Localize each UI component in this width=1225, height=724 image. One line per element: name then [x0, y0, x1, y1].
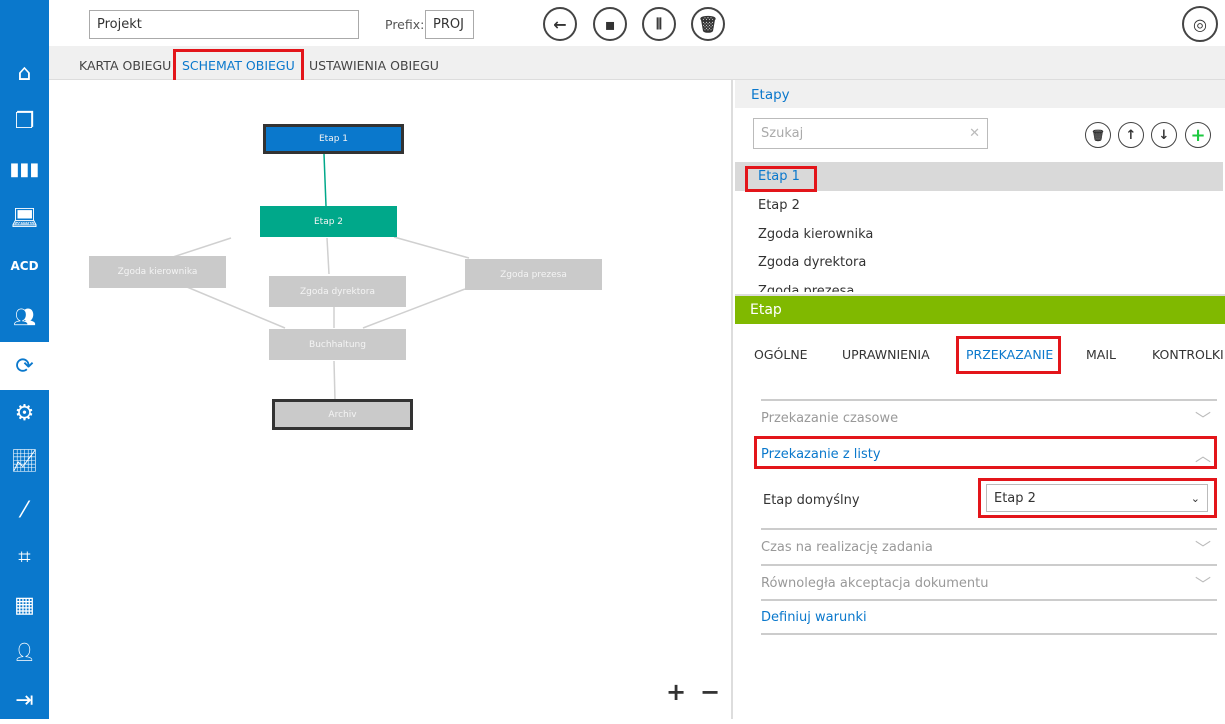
connector: [172, 237, 232, 258]
section-przekazanie-czasowe[interactable]: Przekazanie czasowe ﹀: [761, 399, 1217, 435]
template-icon[interactable]: ⌗: [0, 533, 49, 581]
diagram-node[interactable]: Zgoda kierownika: [89, 256, 226, 288]
tab-kontrolki[interactable]: KONTROLKI: [1152, 347, 1224, 362]
laptop-icon[interactable]: 💻︎: [0, 194, 49, 242]
diagram-canvas: Etap 1 Etap 2 Zgoda kierownika Zgoda dyr…: [49, 80, 733, 719]
tab-ogolne[interactable]: OGÓLNE: [754, 347, 808, 362]
etap-title: Etap: [750, 302, 782, 318]
highlight-box: [745, 166, 817, 192]
add-stage-button[interactable]: +: [1185, 122, 1211, 148]
etapy-title: Etapy: [751, 87, 790, 103]
list-item[interactable]: Etap 2: [758, 198, 800, 213]
back-button[interactable]: ←: [543, 7, 577, 41]
zoom-out-button[interactable]: −: [700, 678, 720, 706]
save-button[interactable]: ▪: [593, 7, 627, 41]
delete-stage-button[interactable]: 🗑︎: [1085, 122, 1111, 148]
gear-icon[interactable]: ⚙: [0, 389, 49, 437]
clear-icon[interactable]: ✕: [969, 126, 980, 141]
move-up-button[interactable]: ↑: [1118, 122, 1144, 148]
tab-bar: KARTA OBIEGU SCHEMAT OBIEGU USTAWIENIA O…: [49, 46, 1225, 83]
connector: [326, 237, 330, 275]
list-item[interactable]: Zgoda dyrektora: [758, 255, 866, 270]
search-placeholder: Szukaj: [761, 126, 804, 141]
toolbar: Projekt Prefix: PROJ ← ▪ ⫼ 🗑︎ ◎: [49, 0, 1225, 46]
home-icon[interactable]: ⌂: [0, 49, 49, 97]
delete-button[interactable]: 🗑︎: [691, 7, 725, 41]
calendar-icon[interactable]: ▦: [0, 581, 49, 629]
sidebar: ⌂ ❐ ▮▮▮ 💻︎ ACD 👥︎ ⟳ ⚙ 📈︎ ⁄ ⌗ ▦ 👤︎ ⇥: [0, 0, 49, 719]
section-label: Równoległa akceptacja dokumentu: [761, 575, 989, 591]
user-settings-icon[interactable]: 👤︎: [0, 628, 49, 676]
app-logo-icon[interactable]: ◎: [1182, 6, 1218, 42]
connector: [333, 360, 336, 401]
prefix-label: Prefix:: [385, 17, 425, 32]
binders-icon[interactable]: ▮▮▮: [0, 145, 49, 193]
section-label: Przekazanie czasowe: [761, 410, 899, 426]
section-czas-realizacji[interactable]: Czas na realizację zadania ﹀: [761, 528, 1217, 564]
tab-uprawnienia[interactable]: UPRAWNIENIA: [842, 347, 930, 362]
highlight-box: [173, 49, 304, 83]
list-item[interactable]: Zgoda kierownika: [758, 227, 873, 242]
split-button[interactable]: ⫼: [642, 7, 676, 41]
define-conditions-link[interactable]: Definiuj warunki: [761, 599, 1217, 635]
section-rownolegla-akceptacja[interactable]: Równoległa akceptacja dokumentu ﹀: [761, 564, 1217, 600]
chevron-down-icon: ﹀: [1194, 575, 1211, 594]
acd-label: ACD: [10, 259, 39, 273]
highlight-box: [754, 436, 1217, 469]
link-label: Definiuj warunki: [761, 609, 867, 625]
workflow-icon[interactable]: ⟳: [0, 342, 49, 390]
default-stage-label: Etap domyślny: [763, 493, 860, 508]
diagram-node[interactable]: Etap 1: [263, 124, 404, 154]
connector: [393, 236, 470, 259]
chevron-down-icon: ﹀: [1194, 539, 1211, 558]
tab-karta-obiegu[interactable]: KARTA OBIEGU: [79, 58, 171, 73]
diagram-node[interactable]: Zgoda prezesa: [465, 259, 602, 290]
tab-ustawienia-obiegu[interactable]: USTAWIENIA OBIEGU: [309, 58, 439, 73]
move-down-button[interactable]: ↓: [1151, 122, 1177, 148]
diagram-node[interactable]: Archiv: [272, 399, 413, 430]
highlight-box: [978, 478, 1217, 518]
tab-mail[interactable]: MAIL: [1086, 347, 1116, 362]
zoom-in-button[interactable]: +: [666, 678, 686, 706]
diagram-node[interactable]: Etap 2: [260, 206, 397, 237]
wand-icon[interactable]: ⁄: [0, 486, 49, 534]
documents-icon[interactable]: ❐: [0, 97, 49, 145]
chart-icon[interactable]: 📈︎: [0, 437, 49, 485]
connector: [323, 153, 327, 207]
acd-icon[interactable]: ACD: [0, 242, 49, 290]
diagram-node[interactable]: Buchhaltung: [269, 329, 406, 360]
etapy-header: Etapy: [735, 80, 1225, 108]
diagram-node[interactable]: Zgoda dyrektora: [269, 276, 406, 307]
right-panel: Etapy Szukaj ✕ 🗑︎ ↑ ↓ + Etap 1 Etap 2 Zgo…: [735, 80, 1225, 719]
highlight-box: [956, 336, 1061, 374]
list-item[interactable]: Zgoda prezesa: [758, 284, 854, 292]
section-label: Czas na realizację zadania: [761, 539, 933, 555]
chevron-down-icon: ﹀: [1194, 410, 1211, 429]
etap-header: Etap: [735, 294, 1225, 324]
search-input[interactable]: Szukaj ✕: [753, 118, 988, 149]
name-input[interactable]: Projekt: [89, 10, 359, 39]
prefix-input[interactable]: PROJ: [425, 10, 474, 39]
users-icon[interactable]: 👥︎: [0, 293, 49, 341]
exit-icon[interactable]: ⇥: [0, 676, 49, 724]
